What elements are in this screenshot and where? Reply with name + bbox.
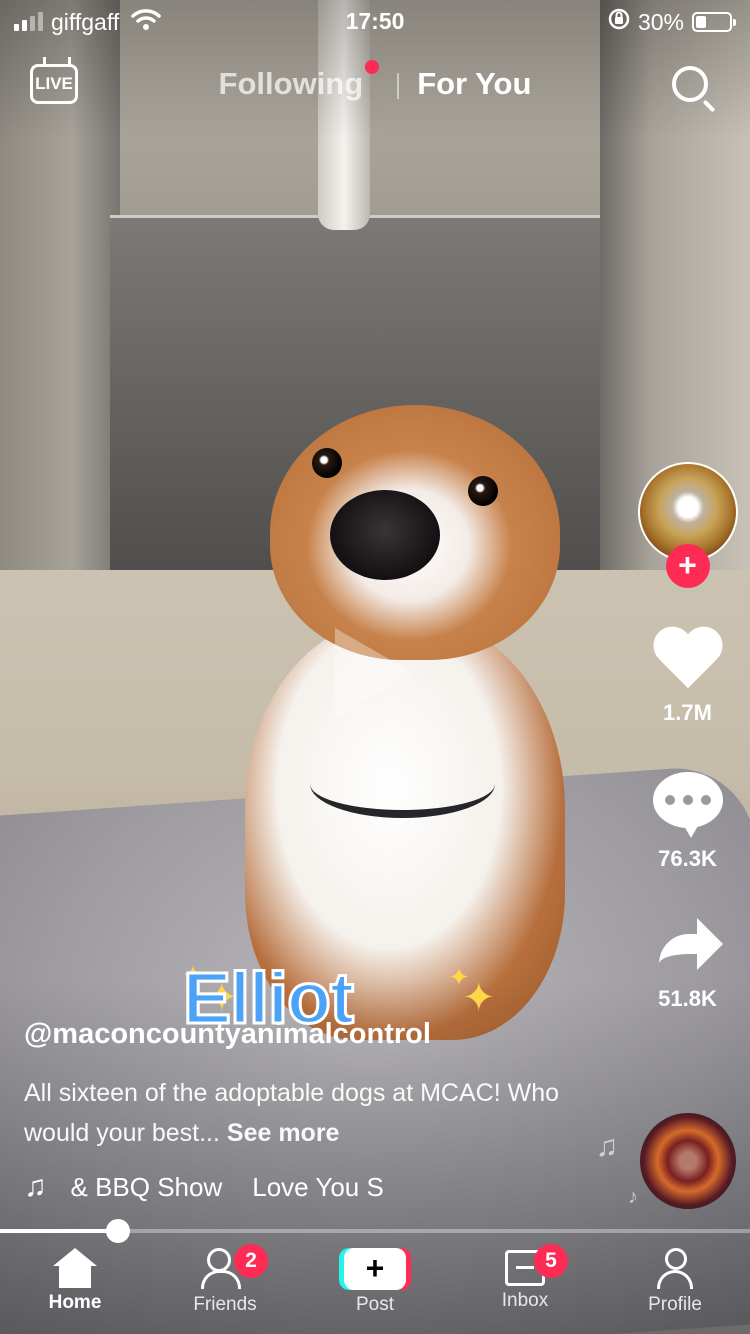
tab-post[interactable]: + Post	[320, 1240, 430, 1316]
comment-action[interactable]: 76.3K	[635, 772, 740, 872]
status-right: 30%	[608, 8, 736, 36]
like-count: 1.7M	[663, 700, 712, 725]
dog-eye	[312, 448, 342, 478]
tab-following[interactable]: Following	[219, 66, 364, 101]
share-count: 51.8K	[658, 986, 717, 1011]
see-more-link[interactable]: See more	[227, 1119, 340, 1147]
bottom-tab-bar: Home Friends 2 + Post Inbox 5 Profile	[0, 1240, 750, 1334]
caption: @maconcountyanimalcontrol All sixteen of…	[24, 1018, 614, 1153]
share-icon[interactable]	[653, 916, 723, 972]
play-icon[interactable]	[335, 628, 413, 718]
comment-count: 76.3K	[658, 846, 717, 871]
action-rail: + 1.7M 76.3K 51.8K	[635, 462, 740, 1012]
dog-eye	[468, 476, 498, 506]
tab-profile-label: Profile	[648, 1294, 702, 1315]
tab-friends-label: Friends	[193, 1294, 257, 1315]
music-note-icon: ♪	[628, 1186, 638, 1208]
following-notification-dot	[365, 60, 380, 74]
tab-inbox-label: Inbox	[501, 1290, 549, 1311]
creator-username[interactable]: @maconcountyanimalcontrol	[24, 1018, 614, 1051]
orientation-lock-icon	[608, 8, 630, 36]
tab-for-you[interactable]: For You	[417, 66, 531, 101]
music-track: Love You S	[252, 1172, 384, 1202]
inbox-badge: 5	[534, 1244, 568, 1278]
dog-nose	[330, 490, 440, 580]
tab-separator	[397, 72, 400, 99]
video-description: All sixteen of the adoptable dogs at MCA…	[24, 1073, 614, 1153]
home-icon	[53, 1248, 97, 1288]
share-action[interactable]: 51.8K	[635, 916, 740, 1012]
tab-home-label: Home	[48, 1292, 102, 1313]
search-icon[interactable]	[672, 66, 708, 102]
music-ticker[interactable]: ♫ & BBQ Show Love You S	[24, 1170, 424, 1210]
dog-collar	[310, 750, 495, 818]
comment-icon[interactable]	[652, 772, 723, 838]
tab-profile[interactable]: Profile	[620, 1240, 730, 1316]
friends-badge: 2	[234, 1244, 268, 1278]
video-progress-bar[interactable]	[0, 1219, 750, 1243]
progress-fill	[0, 1229, 118, 1233]
tab-post-label: Post	[355, 1294, 395, 1315]
creator-avatar[interactable]: +	[637, 462, 738, 588]
music-note-icon: ♫	[24, 1170, 47, 1203]
follow-plus-icon[interactable]: +	[665, 544, 710, 588]
heart-icon[interactable]	[652, 628, 724, 694]
feed-tabs: Following For You	[0, 60, 750, 102]
tab-friends[interactable]: Friends 2	[170, 1240, 280, 1316]
profile-icon	[653, 1246, 697, 1290]
music-track: & BBQ Show	[70, 1172, 223, 1202]
sparkle-icon: ✦	[462, 976, 496, 1020]
status-bar: giffgaff 17:50 30%	[0, 0, 750, 44]
top-nav: LIVE Following For You	[0, 58, 750, 114]
post-icon: +	[344, 1248, 406, 1290]
music-disc[interactable]	[640, 1113, 736, 1209]
battery-percent: 30%	[637, 8, 684, 35]
like-action[interactable]: 1.7M	[635, 628, 740, 726]
battery-icon	[692, 12, 736, 32]
tab-inbox[interactable]: Inbox 5	[470, 1240, 580, 1312]
tab-home[interactable]: Home	[20, 1240, 130, 1314]
